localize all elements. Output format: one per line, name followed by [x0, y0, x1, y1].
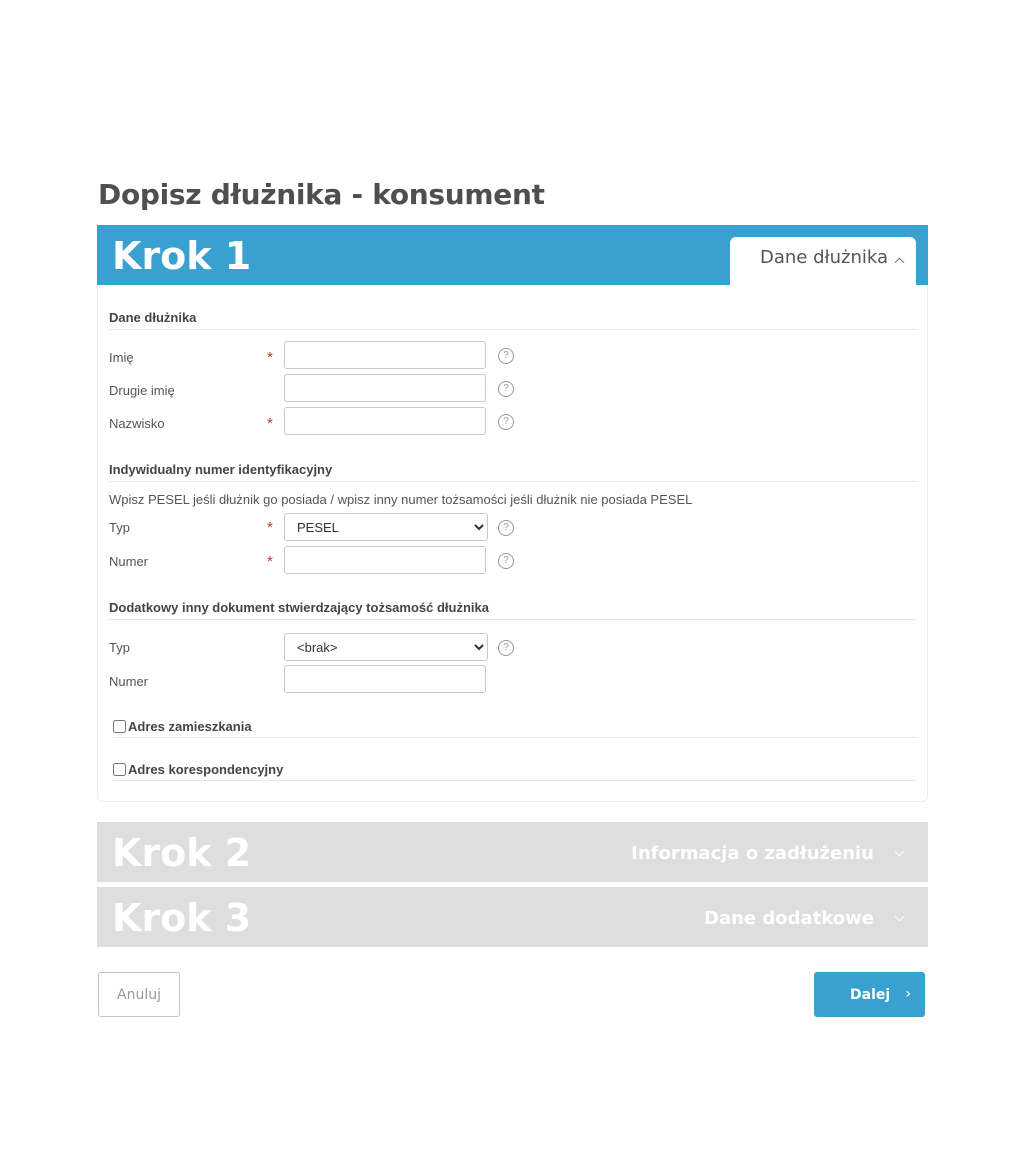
next-button-label: Dalej — [850, 986, 891, 1003]
doc-type-label: Typ — [109, 640, 130, 655]
residence-address-checkbox[interactable] — [113, 720, 126, 733]
step-3-header[interactable]: Krok 3 Dane dodatkowe — [97, 887, 928, 947]
correspondence-address-checkbox[interactable] — [113, 763, 126, 776]
chevron-down-icon — [894, 911, 905, 922]
id-type-select[interactable]: PESEL — [284, 513, 488, 541]
help-icon[interactable]: ? — [498, 414, 514, 430]
residence-address-label: Adres zamieszkania — [128, 719, 252, 734]
chevron-down-icon — [894, 846, 905, 857]
debtor-form: Dane dłużnika Imię * ? Drugie imię ? Naz… — [97, 285, 928, 802]
step-1-number: Krok 1 — [112, 234, 252, 278]
id-number-label: Numer — [109, 554, 149, 569]
section-extra-document-heading: Dodatkowy inny dokument stwierdzający to… — [109, 600, 917, 620]
correspondence-address-label: Adres korespondencyjny — [128, 762, 284, 777]
step-2-header[interactable]: Krok 2 Informacja o zadłużeniu — [97, 822, 928, 882]
last-name-label: Nazwisko — [109, 416, 165, 431]
first-name-input[interactable] — [284, 341, 486, 369]
id-type-label: Typ — [109, 520, 130, 535]
correspondence-address-row: Adres korespondencyjny — [113, 762, 917, 781]
help-icon[interactable]: ? — [498, 520, 514, 536]
residence-address-row: Adres zamieszkania — [113, 719, 917, 738]
chevron-right-icon: › — [905, 986, 911, 1002]
help-icon[interactable]: ? — [498, 553, 514, 569]
required-marker: * — [267, 553, 273, 570]
doc-number-input[interactable] — [284, 665, 486, 693]
step-2-number: Krok 2 — [112, 831, 252, 875]
id-number-input[interactable] — [284, 546, 486, 574]
middle-name-input[interactable] — [284, 374, 486, 402]
step-2-label: Informacja o zadłużeniu — [631, 843, 874, 864]
next-button[interactable]: Dalej › — [814, 972, 925, 1017]
required-marker: * — [267, 349, 273, 366]
step-1-header: Krok 1 Dane dłużnika — [97, 225, 928, 285]
page-title: Dopisz dłużnika - konsument — [98, 178, 545, 211]
identifier-note: Wpisz PESEL jeśli dłużnik go posiada / w… — [109, 492, 693, 507]
help-icon[interactable]: ? — [498, 348, 514, 364]
middle-name-label: Drugie imię — [109, 383, 175, 398]
cancel-button[interactable]: Anuluj — [98, 972, 180, 1017]
doc-number-label: Numer — [109, 674, 149, 689]
step-3-label: Dane dodatkowe — [704, 908, 874, 929]
section-identifier-heading: Indywidualny numer identyfikacyjny — [109, 462, 917, 482]
section-debtor-heading: Dane dłużnika — [109, 310, 917, 330]
required-marker: * — [267, 415, 273, 432]
step-3-number: Krok 3 — [112, 896, 252, 940]
required-marker: * — [267, 519, 273, 536]
first-name-label: Imię — [109, 350, 134, 365]
help-icon[interactable]: ? — [498, 381, 514, 397]
step-1-tab[interactable]: Dane dłużnika — [730, 237, 916, 285]
last-name-input[interactable] — [284, 407, 486, 435]
chevron-up-icon — [894, 257, 905, 268]
help-icon[interactable]: ? — [498, 640, 514, 656]
step-1-tab-label: Dane dłużnika — [760, 247, 889, 268]
doc-type-select[interactable]: <brak> — [284, 633, 488, 661]
